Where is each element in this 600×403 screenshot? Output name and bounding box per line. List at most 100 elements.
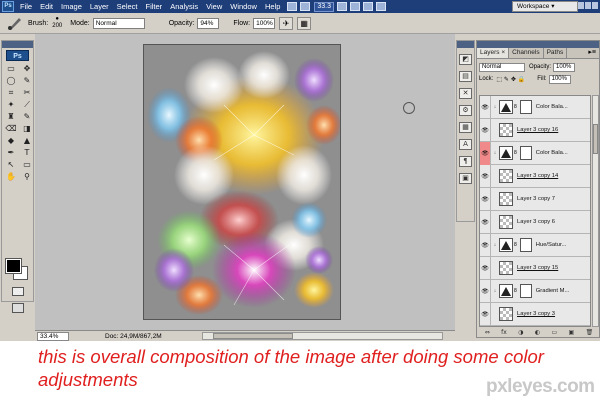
layer-style-icon[interactable]: fx [501, 328, 507, 337]
menu-analysis[interactable]: Analysis [166, 0, 202, 13]
delete-layer-icon[interactable]: 🗑 [586, 328, 594, 337]
status-zoom-field[interactable]: 33.4% [37, 331, 69, 341]
rotate-view-icon[interactable] [363, 2, 373, 11]
brush-tool-preset-icon[interactable] [6, 15, 24, 31]
lasso-tool-icon[interactable]: ◯ [4, 75, 18, 86]
tab-paths[interactable]: Paths [544, 48, 568, 58]
paragraph-icon[interactable]: ¶ [459, 156, 472, 167]
histogram-icon[interactable]: ▤ [459, 71, 472, 82]
visibility-eye-icon[interactable]: 👁 [480, 302, 491, 326]
layer-row[interactable]: 👁 Layer 3 copy 6 [480, 210, 590, 234]
scroll-thumb[interactable] [212, 333, 293, 339]
visibility-eye-icon[interactable]: 👁 [480, 279, 491, 303]
layer-name[interactable]: Layer 3 copy 3 [517, 311, 555, 317]
layer-row[interactable]: 👁 ↓ 8 Hue/Satur... [480, 233, 590, 257]
marquee-tool-icon[interactable]: ▭ [4, 63, 18, 74]
opacity-field[interactable]: 94% [197, 17, 220, 29]
visibility-eye-icon[interactable]: 👁 [480, 187, 491, 211]
new-group-icon[interactable]: ▭ [551, 328, 557, 337]
layer-name[interactable]: Layer 3 copy 14 [517, 173, 558, 179]
eraser-tool-icon[interactable]: ⌫ [4, 123, 18, 134]
minimize-button[interactable] [578, 2, 584, 9]
layers-scroll-thumb[interactable] [593, 124, 598, 154]
lock-icons[interactable]: ⬚ ✎ ✥ 🔒 [496, 76, 525, 83]
visibility-eye-icon[interactable]: 👁 [480, 233, 491, 257]
quick-select-tool-icon[interactable]: ✎ [20, 75, 34, 86]
blend-mode-select[interactable]: Normal [479, 62, 525, 72]
layer-name[interactable]: Layer 3 copy 15 [517, 265, 558, 271]
menu-select[interactable]: Select [113, 0, 142, 13]
foreground-color-swatch[interactable] [5, 258, 22, 274]
brush-picker[interactable]: ● 200 [52, 16, 62, 30]
visibility-eye-icon[interactable]: 👁 [480, 96, 491, 119]
layer-row[interactable]: 👁 Layer 3 copy 3 [480, 302, 590, 326]
add-mask-icon[interactable]: ◑ [518, 328, 523, 337]
layer-name[interactable]: Color Bala... [536, 150, 568, 156]
maximize-button[interactable] [585, 2, 591, 9]
path-select-tool-icon[interactable]: ↖ [4, 159, 18, 170]
layers-panel-header[interactable] [477, 41, 599, 48]
slice-tool-icon[interactable]: ✂ [20, 87, 34, 98]
layer-row[interactable]: 👁 Layer 3 copy 16 [480, 118, 590, 142]
layer-name[interactable]: Layer 3 copy 16 [517, 127, 558, 133]
layer-name[interactable]: Hue/Satur... [536, 242, 567, 248]
zoom-readout[interactable]: 33.3 [314, 1, 334, 12]
menu-file[interactable]: File [16, 0, 36, 13]
dock-header[interactable] [457, 41, 474, 48]
layers-scrollbar[interactable] [592, 95, 599, 327]
zoom-tool-icon[interactable]: ⚲ [20, 171, 34, 182]
brush-tool-icon[interactable]: ⟋ [20, 99, 34, 110]
menu-image[interactable]: Image [57, 0, 86, 13]
visibility-eye-icon[interactable]: 👁 [480, 256, 491, 280]
visibility-eye-icon[interactable]: 👁 [480, 118, 491, 142]
menu-view[interactable]: View [202, 0, 226, 13]
bridge-icon[interactable] [287, 2, 298, 11]
blur-tool-icon[interactable]: ◆ [4, 135, 18, 146]
clone-source-icon[interactable]: ▦ [459, 122, 472, 133]
hand-tool-icon[interactable]: ✋ [4, 171, 18, 182]
layer-name[interactable]: Gradient M... [536, 288, 570, 294]
link-layers-icon[interactable]: ⇔ [485, 328, 490, 337]
tools-icon[interactable]: ✕ [459, 88, 472, 99]
menu-window[interactable]: Window [226, 0, 261, 13]
pen-tool-icon[interactable]: ✒ [4, 147, 18, 158]
tab-layers[interactable]: Layers × [477, 48, 510, 58]
layer-row[interactable]: 👁 ↓ 8 Gradient M... [480, 279, 590, 303]
mask-link-icon[interactable]: 8 [514, 242, 517, 248]
extras-icon[interactable] [300, 2, 311, 11]
history-brush-tool-icon[interactable]: ✎ [20, 111, 34, 122]
new-layer-icon[interactable]: ▣ [569, 328, 575, 337]
visibility-eye-icon[interactable]: 👁 [480, 210, 491, 234]
layer-opacity-field[interactable]: 100% [553, 62, 576, 72]
menu-filter[interactable]: Filter [142, 0, 167, 13]
screen-mode-icon[interactable] [12, 303, 24, 313]
arrange-documents-icon[interactable] [376, 2, 386, 11]
mask-link-icon[interactable]: 8 [514, 288, 517, 294]
flow-field[interactable]: 100% [253, 17, 276, 29]
layer-mask-thumbnail[interactable] [519, 238, 532, 252]
brushes-icon[interactable]: ⚙ [459, 105, 472, 116]
workspace-dropdown[interactable]: Workspace ▾ [512, 1, 578, 12]
toolbox-header[interactable] [2, 41, 33, 48]
brushes-panel-icon[interactable]: ▦ [297, 16, 312, 30]
visibility-eye-icon[interactable]: 👁 [480, 164, 491, 188]
zoom-tool-icon[interactable] [350, 2, 360, 11]
airbrush-icon[interactable]: ✈ [279, 16, 294, 30]
mask-link-icon[interactable]: 8 [514, 104, 517, 110]
quick-mask-icon[interactable] [12, 287, 24, 296]
stamp-tool-icon[interactable]: ♜ [4, 111, 18, 122]
layer-mask-thumbnail[interactable] [519, 284, 532, 298]
type-tool-icon[interactable]: T [20, 147, 34, 158]
move-tool-icon[interactable]: ✥ [20, 63, 34, 74]
image-canvas[interactable] [143, 44, 341, 320]
horizontal-scrollbar[interactable] [201, 332, 443, 340]
layer-name[interactable]: Layer 3 copy 7 [517, 196, 555, 202]
layer-comps-icon[interactable]: ▣ [459, 173, 472, 184]
visibility-eye-icon[interactable]: 👁 [480, 141, 491, 165]
layer-row[interactable]: 👁 ↓ 8 Color Bala... [480, 96, 590, 119]
mode-select[interactable]: Normal [92, 17, 145, 29]
layer-mask-thumbnail[interactable] [519, 100, 532, 114]
shape-tool-icon[interactable]: ▭ [20, 159, 34, 170]
menu-layer[interactable]: Layer [86, 0, 113, 13]
tab-channels[interactable]: Channels [509, 48, 544, 58]
